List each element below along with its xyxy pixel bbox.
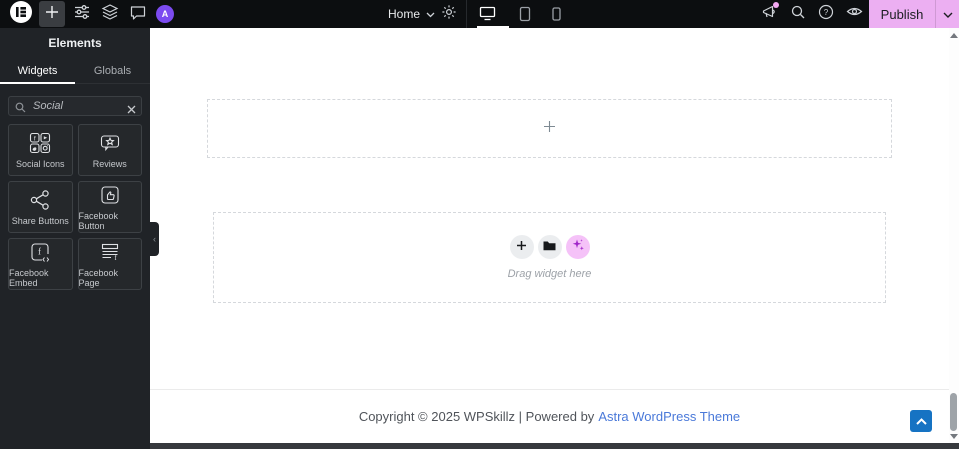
theme-link[interactable]: Astra WordPress Theme	[598, 409, 740, 424]
copyright-text: Copyright © 2025 WPSkillz | Powered by	[358, 409, 595, 424]
panel-tabs: Widgets Globals	[0, 58, 150, 84]
scrollbar-thumb[interactable]	[950, 393, 957, 431]
widget-label: Facebook Page	[78, 268, 119, 288]
facebook-embed-icon: f	[28, 240, 52, 264]
facebook-page-icon: f	[98, 240, 122, 264]
site-footer: Copyright © 2025 WPSkillz | Powered by A…	[150, 389, 949, 443]
topbar-divider	[466, 0, 467, 28]
widget-grid: f Social Icons Reviews Share Buttons Fac…	[8, 124, 142, 290]
svg-text:f: f	[34, 135, 36, 142]
panel-collapse-handle[interactable]: ‹	[150, 222, 159, 256]
drop-zone-section: Drag widget here	[213, 212, 886, 303]
scrollbar-up-arrow[interactable]	[950, 33, 958, 38]
document-switcher[interactable]: Home	[388, 0, 435, 28]
comment-icon	[129, 3, 147, 26]
tab-globals[interactable]: Globals	[75, 58, 150, 83]
responsive-tablet-button[interactable]	[519, 6, 531, 27]
widget-card-facebook-embed[interactable]: f Facebook Embed	[8, 238, 73, 290]
editor-canvas: Drag widget here Copyright © 2025 WPSkil…	[150, 28, 959, 449]
widget-label: Share Buttons	[11, 216, 69, 226]
drop-zone-actions	[509, 235, 590, 259]
preview-button[interactable]	[845, 5, 863, 23]
add-template-button[interactable]	[537, 235, 562, 259]
svg-text:f: f	[114, 254, 117, 262]
widget-label: Facebook Button	[78, 211, 119, 231]
help-button[interactable]: ?	[817, 4, 835, 25]
site-settings-button[interactable]	[73, 3, 91, 26]
notification-dot	[772, 2, 779, 8]
notes-button[interactable]	[129, 5, 147, 23]
plus-icon	[45, 5, 59, 24]
facebook-button-icon	[98, 183, 122, 207]
layers-icon	[101, 3, 119, 26]
chevron-up-icon	[915, 412, 927, 430]
mobile-icon	[552, 7, 561, 26]
scroll-to-top-button[interactable]	[910, 410, 932, 432]
reviews-icon	[98, 131, 122, 155]
svg-text:?: ?	[824, 8, 829, 17]
widget-card-reviews[interactable]: Reviews	[77, 124, 142, 176]
ai-builder-button[interactable]	[565, 235, 590, 259]
chevron-down-icon	[426, 7, 435, 21]
scrollbar-down-arrow[interactable]	[950, 434, 958, 439]
search-icon	[790, 4, 806, 25]
share-buttons-icon	[28, 188, 52, 212]
desktop-icon	[479, 6, 496, 27]
megaphone-icon	[761, 2, 779, 25]
widget-card-facebook-page[interactable]: f Facebook Page	[77, 238, 142, 290]
vertical-scrollbar	[949, 28, 959, 443]
social-icons-icon: f	[28, 131, 52, 155]
panel-title: Elements	[48, 36, 102, 50]
top-bar: A Home ? Publish	[0, 0, 959, 28]
chevron-down-icon	[943, 5, 953, 23]
widget-card-social-icons[interactable]: f Social Icons	[8, 124, 73, 176]
structure-button[interactable]	[101, 3, 119, 26]
responsive-mobile-button[interactable]	[552, 7, 561, 26]
publish-split-button: Publish	[869, 0, 959, 28]
eye-icon	[846, 5, 863, 23]
folder-icon	[543, 238, 556, 256]
elementor-logo-icon	[10, 0, 32, 28]
question-mark-icon: ?	[818, 4, 834, 25]
active-device-underline	[477, 26, 509, 28]
canvas-bottom-edge	[150, 443, 959, 449]
elementor-logo-button[interactable]	[10, 0, 32, 28]
gear-icon	[440, 3, 458, 26]
add-new-container-button[interactable]	[509, 235, 534, 259]
elements-panel: Elements Widgets Globals f	[0, 28, 159, 449]
sliders-icon	[73, 3, 91, 26]
svg-text:f: f	[38, 247, 41, 257]
publish-button[interactable]: Publish	[869, 0, 935, 28]
widget-label: Facebook Embed	[9, 268, 49, 288]
add-element-button[interactable]	[39, 1, 65, 27]
document-title: Home	[388, 7, 421, 21]
sparkles-icon	[571, 238, 585, 257]
widget-card-share-buttons[interactable]: Share Buttons	[8, 181, 73, 233]
widget-search	[8, 96, 142, 116]
publish-options-button[interactable]	[935, 0, 959, 28]
user-avatar[interactable]: A	[156, 5, 174, 23]
drag-hint-text: Drag widget here	[507, 268, 592, 280]
add-section-plus-icon[interactable]	[543, 120, 556, 137]
plus-icon	[516, 238, 527, 256]
chevron-left-icon: ‹	[153, 234, 156, 244]
widget-label: Reviews	[92, 159, 127, 169]
tab-widgets[interactable]: Widgets	[0, 58, 75, 84]
clear-search-icon[interactable]	[127, 101, 136, 119]
page-settings-button[interactable]	[440, 3, 458, 26]
tablet-icon	[519, 6, 531, 27]
search-icon	[15, 100, 26, 118]
widget-search-input[interactable]	[8, 96, 142, 116]
whats-new-button[interactable]	[760, 2, 779, 25]
widget-card-facebook-button[interactable]: Facebook Button	[77, 181, 142, 233]
finder-search-button[interactable]	[789, 5, 807, 23]
responsive-desktop-button[interactable]	[479, 6, 496, 27]
empty-section	[207, 99, 892, 158]
widget-label: Social Icons	[15, 159, 65, 169]
